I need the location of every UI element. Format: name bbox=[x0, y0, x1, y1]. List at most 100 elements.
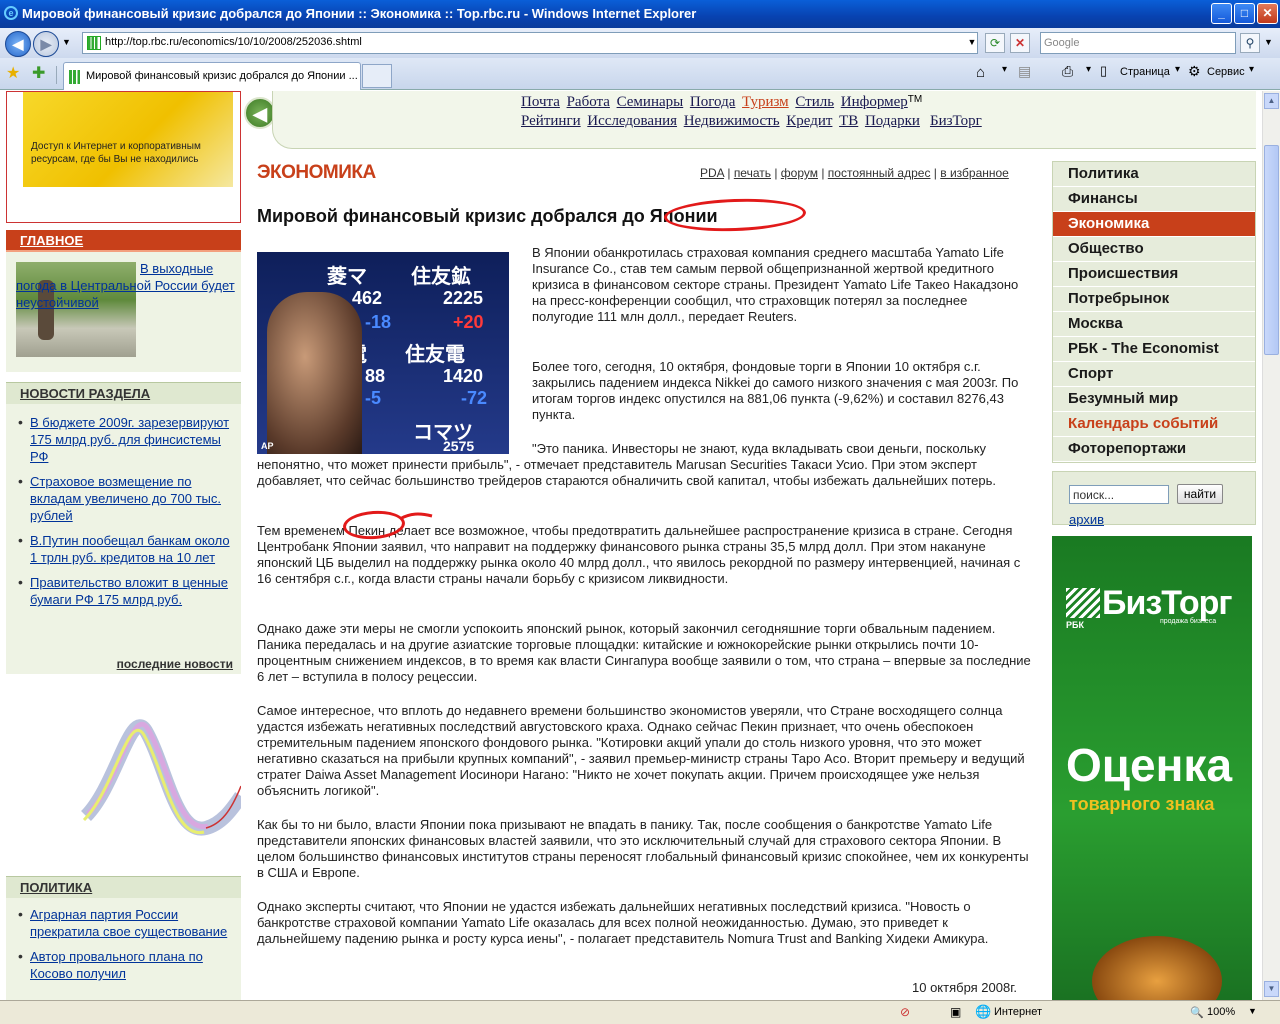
news-link[interactable]: В бюджете 2009г. зарезервируют 175 млрд … bbox=[30, 415, 229, 464]
page-dropdown-icon[interactable]: ▾ bbox=[1175, 64, 1180, 75]
rubric-item-economist[interactable]: РБК - The Economist bbox=[1053, 337, 1255, 362]
minimize-button[interactable]: _ bbox=[1211, 3, 1232, 24]
politics-header[interactable]: ПОЛИТИКА bbox=[6, 876, 241, 898]
services-row-1: Почта Работа Семинары Погода Туризм Стил… bbox=[521, 94, 922, 111]
close-window-button[interactable]: ✕ bbox=[1257, 3, 1278, 24]
security-icon: ⊘ bbox=[900, 1005, 911, 1019]
scroll-thumb[interactable] bbox=[1264, 145, 1279, 355]
history-dropdown-icon[interactable]: ▼ bbox=[62, 37, 71, 47]
address-dropdown-icon[interactable]: ▼ bbox=[962, 33, 982, 53]
feeds-icon[interactable]: ▤ bbox=[1018, 63, 1031, 80]
biztorg-ad[interactable]: РБК БизТорг продажа бизнеса Оценка товар… bbox=[1052, 536, 1252, 1000]
zoom-dropdown-icon[interactable]: ▼ bbox=[1248, 1006, 1257, 1016]
rubric-item-moscow[interactable]: Москва bbox=[1053, 312, 1255, 337]
vertical-scrollbar[interactable]: ▲ ▼ bbox=[1262, 91, 1280, 1000]
rubric-item-incidents[interactable]: Происшествия bbox=[1053, 262, 1255, 287]
address-input[interactable]: http://top.rbc.ru/economics/10/10/2008/2… bbox=[82, 32, 978, 54]
menu-link-seminars[interactable]: Семинары bbox=[617, 94, 684, 110]
favorites-star-icon[interactable]: ★ bbox=[6, 63, 20, 83]
rubric-item-calendar[interactable]: Календарь событий bbox=[1053, 412, 1255, 437]
tools-menu[interactable]: Сервис bbox=[1207, 66, 1245, 78]
menu-link-ratings[interactable]: Рейтинги bbox=[521, 113, 581, 129]
search-input[interactable]: Google bbox=[1040, 32, 1236, 54]
news-link[interactable]: Страховое возмещение по вкладам увеличен… bbox=[30, 474, 221, 523]
menu-link-gifts[interactable]: Подарки bbox=[865, 113, 920, 129]
scroll-down-icon[interactable]: ▼ bbox=[1264, 981, 1279, 997]
forward-button[interactable]: ▶ bbox=[33, 31, 59, 57]
bookmark-link[interactable]: в избранное bbox=[940, 166, 1009, 180]
menu-link-biztorg[interactable]: БизТорг bbox=[930, 113, 982, 129]
menu-link-jobs[interactable]: Работа bbox=[567, 94, 610, 110]
print-dropdown-icon[interactable]: ▾ bbox=[1086, 64, 1091, 75]
print-link[interactable]: печать bbox=[734, 166, 771, 180]
site-search-button[interactable]: найти bbox=[1177, 484, 1223, 504]
list-item: В бюджете 2009г. зарезервируют 175 млрд … bbox=[16, 414, 235, 465]
rubric-item-society[interactable]: Общество bbox=[1053, 237, 1255, 262]
menu-link-informer[interactable]: Информер bbox=[841, 94, 908, 110]
news-link[interactable]: Правительство вложит в ценные бумаги РФ … bbox=[30, 575, 228, 607]
rubric-item-finance[interactable]: Финансы bbox=[1053, 187, 1255, 212]
section-news-header[interactable]: НОВОСТИ РАЗДЕЛА bbox=[6, 382, 241, 404]
section-news-list: В бюджете 2009г. зарезервируют 175 млрд … bbox=[6, 404, 241, 674]
rubric-item-sport[interactable]: Спорт bbox=[1053, 362, 1255, 387]
biztorg-tagline: продажа бизнеса bbox=[1160, 618, 1217, 625]
article-paragraph: Самое интересное, что вплоть до недавнег… bbox=[257, 703, 1025, 798]
menu-link-realty[interactable]: Недвижимость bbox=[684, 113, 780, 129]
search-icon[interactable]: ⚲ bbox=[1240, 33, 1260, 53]
internet-access-banner[interactable]: Доступ к Интернет и корпоративным ресурс… bbox=[6, 91, 241, 223]
article-paragraph: Как бы то ни было, власти Японии пока пр… bbox=[257, 817, 1029, 880]
print-icon[interactable]: ⎙ bbox=[1062, 63, 1073, 80]
tab-favicon-icon bbox=[69, 70, 83, 84]
list-item: Аграрная партия России прекратила свое с… bbox=[16, 906, 235, 940]
site-search-input[interactable]: поиск... bbox=[1069, 485, 1169, 504]
ad-watch-graphic bbox=[1092, 936, 1222, 1000]
page-viewport: Доступ к Интернет и корпоративным ресурс… bbox=[0, 91, 1262, 1000]
politics-link[interactable]: Автор провального плана по Косово получи… bbox=[30, 949, 203, 981]
rubric-item-consumer[interactable]: Потребрынок bbox=[1053, 287, 1255, 312]
rubric-item-crazy-world[interactable]: Безумный мир bbox=[1053, 387, 1255, 412]
politics-news-list: Аграрная партия России прекратила свое с… bbox=[6, 898, 241, 1000]
annotation-circle-headline bbox=[663, 196, 807, 234]
menu-link-mail[interactable]: Почта bbox=[521, 94, 560, 110]
main-section-label: ГЛАВНОЕ bbox=[20, 233, 84, 248]
menu-link-tv[interactable]: ТВ bbox=[839, 113, 858, 129]
menu-link-research[interactable]: Исследования bbox=[587, 113, 677, 129]
refresh-icon[interactable]: ⟳ bbox=[985, 33, 1005, 53]
rubric-item-politics[interactable]: Политика bbox=[1053, 162, 1255, 187]
protected-mode-icon: ▣ bbox=[950, 1005, 962, 1019]
home-icon[interactable]: ⌂ bbox=[976, 64, 985, 81]
pda-link[interactable]: PDA bbox=[700, 166, 724, 180]
left-ad-graphic[interactable] bbox=[6, 676, 247, 876]
board-text: -5 bbox=[365, 388, 382, 408]
menu-link-tourism[interactable]: Туризм bbox=[742, 94, 789, 110]
news-link[interactable]: В.Путин пообещал банкам около 1 трлн руб… bbox=[30, 533, 230, 565]
menu-link-weather[interactable]: Погода bbox=[690, 94, 735, 110]
permalink-link[interactable]: постоянный адрес bbox=[828, 166, 931, 180]
add-favorite-icon[interactable]: ✚ bbox=[32, 63, 45, 83]
internet-zone-icon: 🌐 bbox=[975, 1004, 992, 1019]
forum-link[interactable]: форум bbox=[781, 166, 818, 180]
stop-icon[interactable]: ✕ bbox=[1010, 33, 1030, 53]
zoom-level[interactable]: 100% bbox=[1207, 1006, 1235, 1018]
home-dropdown-icon[interactable]: ▾ bbox=[1002, 64, 1007, 75]
board-text: 2225 bbox=[443, 288, 484, 308]
maximize-button[interactable]: □ bbox=[1234, 3, 1255, 24]
latest-news-link[interactable]: последние новости bbox=[117, 657, 233, 671]
main-section-header[interactable]: ГЛАВНОЕ bbox=[6, 230, 241, 252]
back-button[interactable]: ◀ bbox=[5, 31, 31, 57]
politics-link[interactable]: Аграрная партия России прекратила свое с… bbox=[30, 907, 227, 939]
trademark-sign: TM bbox=[907, 94, 923, 105]
search-options-icon[interactable]: ▼ bbox=[1264, 37, 1273, 47]
article-tools: PDA | печать | форум | постоянный адрес … bbox=[700, 166, 1009, 180]
new-tab-button[interactable] bbox=[362, 64, 392, 88]
menu-link-credit[interactable]: Кредит bbox=[786, 113, 832, 129]
page-menu[interactable]: Страница bbox=[1120, 66, 1170, 78]
rubric-item-economy[interactable]: Экономика bbox=[1053, 212, 1255, 237]
scroll-up-icon[interactable]: ▲ bbox=[1264, 93, 1279, 109]
archive-link[interactable]: архив bbox=[1069, 511, 1104, 528]
rubric-item-photo[interactable]: Фоторепортажи bbox=[1053, 437, 1255, 462]
main-story-link[interactable]: В выходные погода в Центральной России б… bbox=[16, 260, 238, 311]
menu-link-style[interactable]: Стиль bbox=[795, 94, 834, 110]
tools-dropdown-icon[interactable]: ▾ bbox=[1249, 64, 1254, 75]
tab-active[interactable]: Мировой финансовый кризис добрался до Яп… bbox=[63, 62, 361, 90]
